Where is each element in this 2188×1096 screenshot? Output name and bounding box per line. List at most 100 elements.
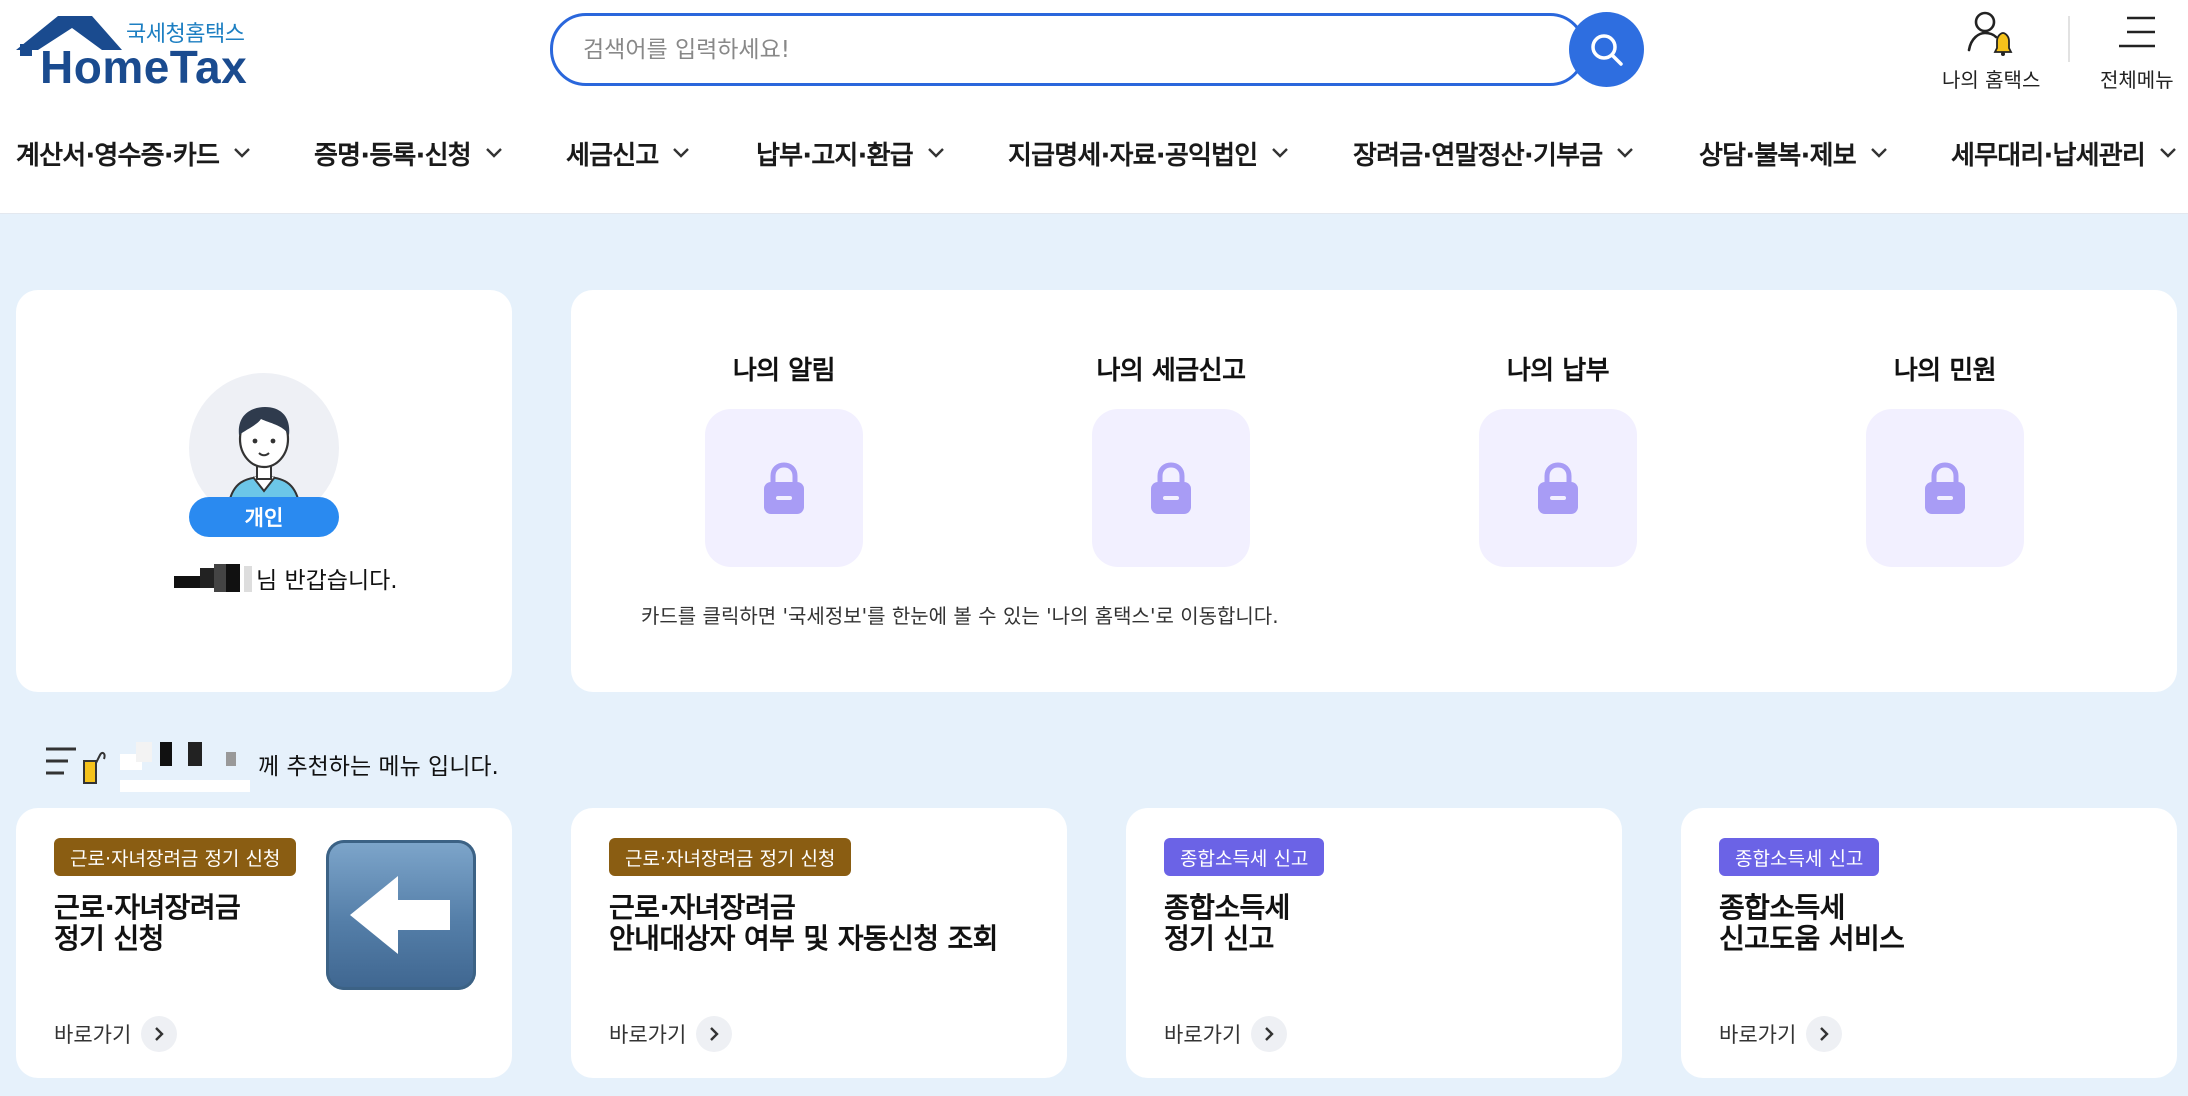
service-card-income-tax-filing[interactable]: 종합소득세 신고 종합소득세 정기 신고 바로가기	[1126, 808, 1622, 1078]
service-card-incentive-apply[interactable]: 근로·자녀장려금 정기 신청 근로·자녀장려금 정기 신청 바로가기	[16, 808, 512, 1078]
category-tag: 종합소득세 신고	[1164, 838, 1325, 876]
recommend-title: 께 추천하는 메뉴 입니다.	[44, 734, 499, 794]
search-box	[550, 13, 1586, 86]
category-tag: 근로·자녀장려금 정기 신청	[609, 838, 852, 876]
left-arrow-emoji-icon	[326, 840, 476, 990]
my-civil-petition-tile[interactable]: 나의 민원	[1865, 350, 2025, 567]
tile-body	[1479, 409, 1637, 567]
chevron-right-icon	[1806, 1016, 1843, 1052]
chevron-down-icon	[673, 148, 690, 158]
main-navigation: 계산서·영수증·카드 증명·등록·신청 세금신고 납부·고지·환급 지급명세·자…	[0, 128, 2188, 178]
tile-body	[705, 409, 863, 567]
util-divider	[2068, 16, 2070, 62]
nav-incentives[interactable]: 장려금·연말정산·기부금	[1353, 128, 1634, 178]
chevron-down-icon	[1871, 148, 1887, 158]
shortcut-label: 바로가기	[54, 1023, 132, 1047]
nav-label: 계산서·영수증·카드	[16, 140, 220, 171]
chevron-right-icon	[141, 1016, 178, 1052]
tile-body	[1866, 409, 2024, 567]
my-payment-tile[interactable]: 나의 납부	[1478, 350, 1638, 567]
redacted-username	[156, 562, 254, 594]
my-hometax-note: 카드를 클릭하면 '국세정보'를 한눈에 볼 수 있는 '나의 홈택스'로 이동…	[641, 604, 1279, 628]
nav-label: 납부·고지·환급	[756, 140, 914, 171]
nav-label: 장려금·연말정산·기부금	[1353, 140, 1603, 171]
tile-title: 나의 알림	[732, 356, 836, 386]
shortcut-link[interactable]: 바로가기	[1164, 1016, 1288, 1052]
my-hometax-card: 나의 알림 나의 세금신고 나의 납부 나의 민원 카드를 클릭하면 '국세정보…	[571, 290, 2177, 692]
all-menu-label: 전체메뉴	[2100, 68, 2174, 92]
greeting: 님 반갑습니다.	[156, 558, 398, 598]
chevron-down-icon	[2160, 148, 2176, 158]
shortcut-label: 바로가기	[1719, 1023, 1797, 1047]
nav-label: 상담·불복·제보	[1699, 140, 1857, 171]
category-tag: 근로·자녀장려금 정기 신청	[54, 838, 297, 876]
nav-tax-filing[interactable]: 세금신고	[566, 128, 690, 178]
service-name: 근로·자녀장려금 정기 신청	[54, 891, 241, 955]
shortcut-label: 바로가기	[1164, 1023, 1242, 1047]
service-name-line1: 근로·자녀장려금	[609, 891, 796, 924]
service-name-line2: 정기 신청	[54, 922, 164, 955]
recommend-title-text: 께 추천하는 메뉴 입니다.	[258, 754, 499, 780]
chevron-down-icon	[1617, 148, 1634, 158]
chevron-down-icon	[1272, 148, 1289, 158]
chevron-down-icon	[486, 148, 502, 158]
search-input[interactable]	[583, 16, 1543, 83]
nav-label: 세금신고	[566, 140, 659, 171]
service-name-line1: 종합소득세	[1164, 891, 1290, 924]
redacted-username	[108, 734, 258, 794]
tile-title: 나의 납부	[1506, 356, 1610, 386]
nav-tax-agent[interactable]: 세무대리·납세관리	[1951, 128, 2177, 178]
service-name: 근로·자녀장려금 안내대상자 여부 및 자동신청 조회	[609, 892, 998, 954]
greeting-text: 님 반갑습니다.	[256, 568, 398, 594]
my-hometax-label: 나의 홈택스	[1942, 68, 2041, 92]
tile-title: 나의 세금신고	[1096, 356, 1246, 386]
shortcut-link[interactable]: 바로가기	[1719, 1016, 1843, 1052]
service-name: 종합소득세 정기 신고	[1164, 892, 1290, 954]
hamburger-menu-icon	[2118, 16, 2155, 48]
service-name-line1: 근로·자녀장려금	[54, 891, 241, 924]
chevron-right-icon	[1251, 1016, 1288, 1052]
service-name-line2: 안내대상자 여부 및 자동신청 조회	[609, 922, 998, 955]
service-card-filing-help[interactable]: 종합소득세 신고 종합소득세 신고도움 서비스 바로가기	[1681, 808, 2177, 1078]
category-tag: 종합소득세 신고	[1719, 838, 1880, 876]
shortcut-link[interactable]: 바로가기	[609, 1016, 733, 1052]
user-type-badge: 개인	[189, 497, 339, 537]
search-button[interactable]	[1569, 12, 1644, 87]
nav-label: 증명·등록·신청	[314, 140, 472, 171]
service-name-line2: 정기 신고	[1164, 922, 1274, 955]
nav-consulting[interactable]: 상담·불복·제보	[1699, 128, 1888, 178]
lock-icon	[1151, 462, 1191, 514]
nav-receipts[interactable]: 계산서·영수증·카드	[16, 128, 251, 178]
nav-label: 세무대리·납세관리	[1951, 140, 2146, 171]
chevron-down-icon	[234, 148, 250, 158]
lock-icon	[1925, 462, 1965, 514]
service-card-incentive-lookup[interactable]: 근로·자녀장려금 정기 신청 근로·자녀장려금 안내대상자 여부 및 자동신청 …	[571, 808, 1067, 1078]
hometax-logo[interactable]: 국세청홈택스 HomeTax	[14, 12, 247, 93]
service-name: 종합소득세 신고도움 서비스	[1719, 891, 1905, 955]
nav-label: 지급명세·자료·공익법인	[1008, 140, 1258, 171]
my-tax-filing-tile[interactable]: 나의 세금신고	[1091, 350, 1251, 567]
shortcut-link[interactable]: 바로가기	[54, 1016, 178, 1052]
logo-title: HomeTax	[40, 41, 248, 93]
my-hometax-button[interactable]: 나의 홈택스	[1942, 8, 2040, 93]
all-menu-button[interactable]: 전체메뉴	[2100, 8, 2174, 93]
profile-card: 개인 님 반갑습니다.	[16, 290, 512, 692]
chevron-down-icon	[928, 148, 944, 158]
nav-payment[interactable]: 납부·고지·환급	[756, 128, 945, 178]
chevron-right-icon	[696, 1016, 733, 1052]
left-arrow-icon	[350, 876, 450, 954]
nav-statements[interactable]: 지급명세·자료·공익법인	[1008, 128, 1289, 178]
header: 국세청홈택스 HomeTax 나의 홈택스 전체메뉴 계산서·영수증·카드	[0, 0, 2188, 214]
lock-icon	[1538, 462, 1578, 514]
service-name-line1: 종합소득세	[1719, 891, 1845, 924]
my-notifications-tile[interactable]: 나의 알림	[704, 350, 864, 567]
lock-icon	[764, 462, 804, 514]
list-thumbs-up-icon	[46, 747, 106, 784]
search-icon	[1590, 33, 1623, 66]
user-bell-icon	[1967, 11, 2013, 56]
tile-body	[1092, 409, 1250, 567]
service-name-line2: 신고도움 서비스	[1719, 922, 1905, 955]
nav-certificates[interactable]: 증명·등록·신청	[314, 128, 503, 178]
shortcut-label: 바로가기	[609, 1023, 687, 1047]
tile-title: 나의 민원	[1893, 356, 1997, 386]
